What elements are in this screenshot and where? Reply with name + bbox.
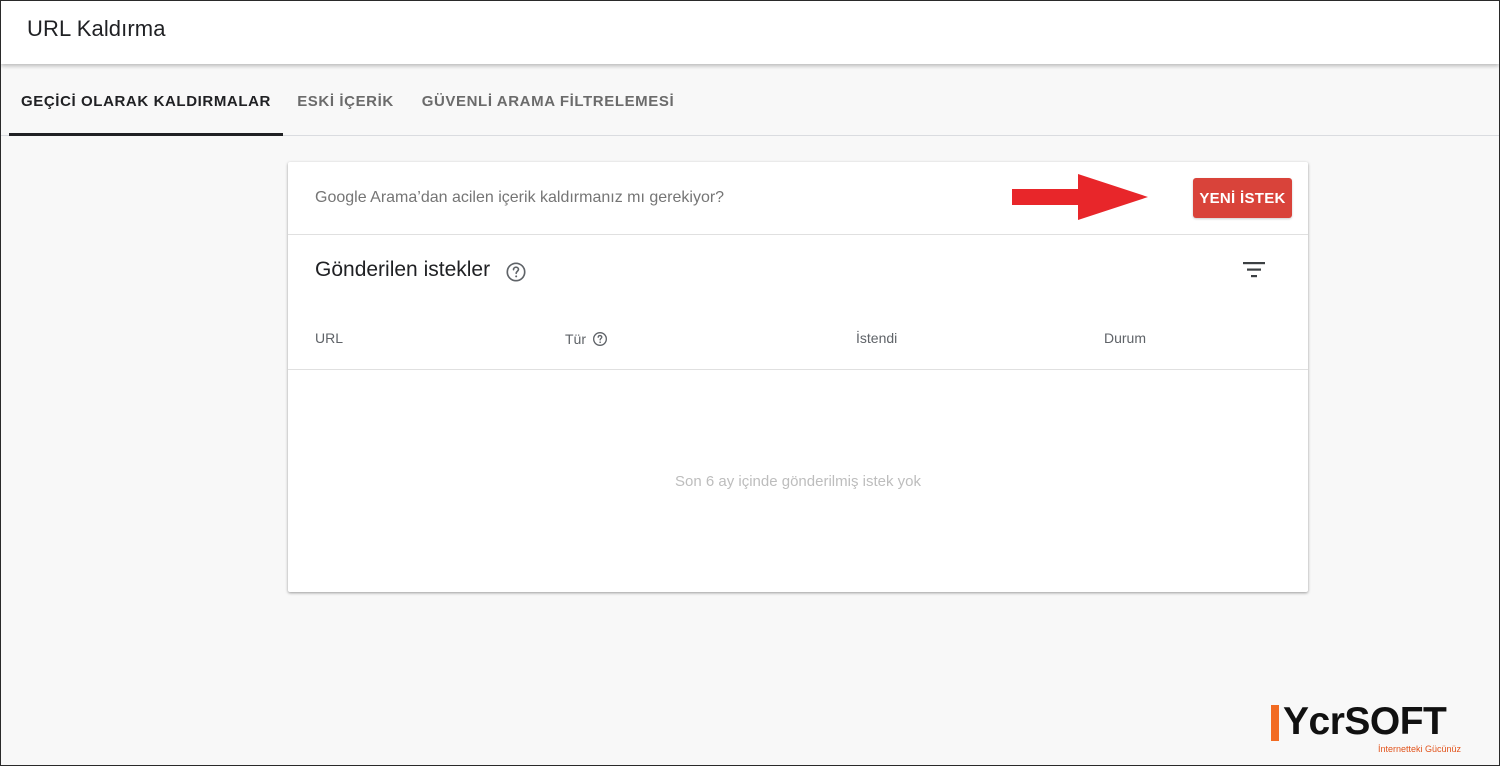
logo-brand-text: YcrSOFT — [1283, 700, 1447, 743]
tab-safesearch-filtering[interactable]: GÜVENLİ ARAMA FİLTRELEMESİ — [408, 67, 688, 135]
column-label: URL — [315, 330, 344, 346]
empty-state-message: Son 6 ay içinde gönderilmiş istek yok — [675, 473, 921, 490]
tab-outdated-content[interactable]: ESKİ İÇERİK — [283, 67, 408, 135]
logo-accent-bar — [1271, 705, 1279, 741]
tab-label: GÜVENLİ ARAMA FİLTRELEMESİ — [421, 92, 675, 110]
red-arrow-icon — [1012, 174, 1148, 220]
tab-temporary-removals[interactable]: GEÇİCİ OLARAK KALDIRMALAR — [9, 67, 283, 136]
app-frame: URL Kaldırma GEÇİCİ OLARAK KALDIRMALAR E… — [0, 0, 1500, 766]
column-header-status[interactable]: Durum — [1104, 330, 1146, 346]
new-request-button[interactable]: YENİ İSTEK — [1193, 178, 1292, 218]
column-header-url[interactable]: URL — [315, 330, 343, 346]
column-header-requested[interactable]: İstendi — [856, 330, 897, 346]
submitted-requests-title: Gönderilen istekler — [315, 258, 491, 281]
tab-label: GEÇİCİ OLARAK KALDIRMALAR — [21, 92, 271, 110]
ycrsoft-watermark-logo: YcrSOFT İnternetteki Gücünüz — [1271, 700, 1476, 759]
help-circle-icon[interactable] — [592, 330, 608, 347]
column-label: İstendi — [856, 330, 898, 346]
app-header: URL Kaldırma — [1, 1, 1499, 64]
help-circle-icon[interactable] — [505, 261, 527, 283]
urgent-removal-banner: Google Arama’dan acilen içerik kaldırman… — [288, 162, 1308, 235]
page-title: URL Kaldırma — [27, 16, 166, 41]
removals-card: Google Arama’dan acilen içerik kaldırman… — [288, 162, 1308, 592]
column-header-type[interactable]: Tür — [565, 330, 608, 347]
tab-label: ESKİ İÇERİK — [297, 92, 394, 110]
logo-tagline: İnternetteki Gücünüz — [1378, 744, 1462, 754]
column-label: Durum — [1104, 330, 1147, 346]
column-label: Tür — [565, 330, 586, 347]
table-divider — [288, 369, 1308, 370]
banner-text: Google Arama’dan acilen içerik kaldırman… — [315, 189, 725, 206]
tab-bar: GEÇİCİ OLARAK KALDIRMALAR ESKİ İÇERİK GÜ… — [1, 67, 1499, 136]
filter-list-icon[interactable] — [1241, 257, 1267, 283]
